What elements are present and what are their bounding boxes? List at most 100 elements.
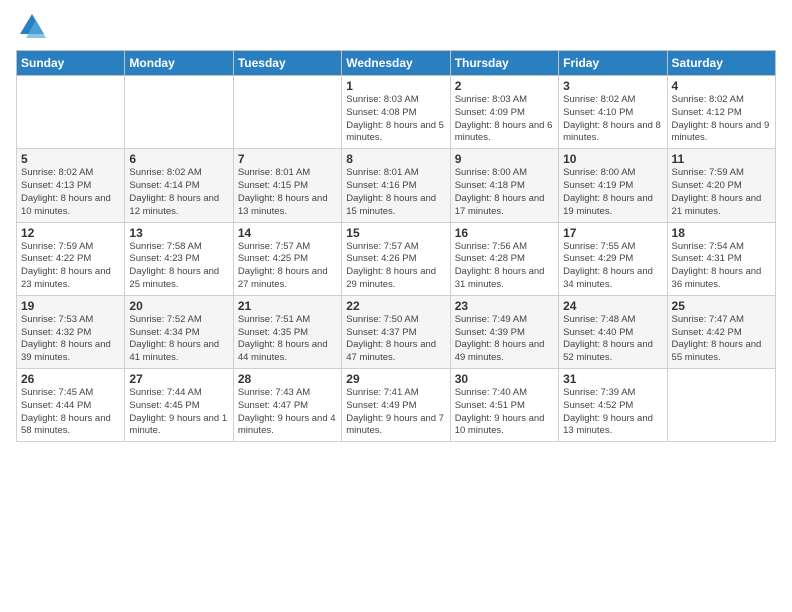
calendar-cell: 5Sunrise: 8:02 AMSunset: 4:13 PMDaylight…: [17, 149, 125, 222]
day-number: 21: [238, 299, 337, 313]
calendar-cell: 28Sunrise: 7:43 AMSunset: 4:47 PMDayligh…: [233, 369, 341, 442]
weekday-header-sunday: Sunday: [17, 51, 125, 76]
day-number: 15: [346, 226, 445, 240]
logo-icon: [16, 10, 48, 42]
calendar-cell: 6Sunrise: 8:02 AMSunset: 4:14 PMDaylight…: [125, 149, 233, 222]
day-info: Sunrise: 7:57 AMSunset: 4:25 PMDaylight:…: [238, 241, 337, 292]
day-info: Sunrise: 7:41 AMSunset: 4:49 PMDaylight:…: [346, 387, 445, 438]
day-number: 26: [21, 372, 120, 386]
weekday-header-tuesday: Tuesday: [233, 51, 341, 76]
day-number: 24: [563, 299, 662, 313]
calendar-cell: 26Sunrise: 7:45 AMSunset: 4:44 PMDayligh…: [17, 369, 125, 442]
calendar-cell: 21Sunrise: 7:51 AMSunset: 4:35 PMDayligh…: [233, 295, 341, 368]
day-info: Sunrise: 7:57 AMSunset: 4:26 PMDaylight:…: [346, 241, 445, 292]
day-info: Sunrise: 7:44 AMSunset: 4:45 PMDaylight:…: [129, 387, 228, 438]
day-info: Sunrise: 7:49 AMSunset: 4:39 PMDaylight:…: [455, 314, 554, 365]
weekday-header-monday: Monday: [125, 51, 233, 76]
day-number: 20: [129, 299, 228, 313]
day-number: 2: [455, 79, 554, 93]
day-info: Sunrise: 7:56 AMSunset: 4:28 PMDaylight:…: [455, 241, 554, 292]
day-number: 31: [563, 372, 662, 386]
calendar-cell: 24Sunrise: 7:48 AMSunset: 4:40 PMDayligh…: [559, 295, 667, 368]
week-row-1: 1Sunrise: 8:03 AMSunset: 4:08 PMDaylight…: [17, 76, 776, 149]
day-number: 11: [672, 152, 771, 166]
calendar-cell: 18Sunrise: 7:54 AMSunset: 4:31 PMDayligh…: [667, 222, 775, 295]
calendar-cell: 16Sunrise: 7:56 AMSunset: 4:28 PMDayligh…: [450, 222, 558, 295]
day-number: 23: [455, 299, 554, 313]
day-info: Sunrise: 7:59 AMSunset: 4:22 PMDaylight:…: [21, 241, 120, 292]
calendar-cell: 3Sunrise: 8:02 AMSunset: 4:10 PMDaylight…: [559, 76, 667, 149]
day-number: 4: [672, 79, 771, 93]
calendar-cell: 13Sunrise: 7:58 AMSunset: 4:23 PMDayligh…: [125, 222, 233, 295]
day-info: Sunrise: 8:00 AMSunset: 4:18 PMDaylight:…: [455, 167, 554, 218]
day-info: Sunrise: 7:47 AMSunset: 4:42 PMDaylight:…: [672, 314, 771, 365]
day-number: 8: [346, 152, 445, 166]
day-number: 5: [21, 152, 120, 166]
day-number: 16: [455, 226, 554, 240]
calendar-cell: 4Sunrise: 8:02 AMSunset: 4:12 PMDaylight…: [667, 76, 775, 149]
day-number: 13: [129, 226, 228, 240]
calendar-cell: [667, 369, 775, 442]
calendar: SundayMondayTuesdayWednesdayThursdayFrid…: [16, 50, 776, 442]
day-number: 25: [672, 299, 771, 313]
day-info: Sunrise: 7:39 AMSunset: 4:52 PMDaylight:…: [563, 387, 662, 438]
day-info: Sunrise: 8:03 AMSunset: 4:09 PMDaylight:…: [455, 94, 554, 145]
day-info: Sunrise: 8:01 AMSunset: 4:15 PMDaylight:…: [238, 167, 337, 218]
weekday-header-thursday: Thursday: [450, 51, 558, 76]
day-info: Sunrise: 7:43 AMSunset: 4:47 PMDaylight:…: [238, 387, 337, 438]
day-number: 29: [346, 372, 445, 386]
header: [16, 10, 776, 42]
day-info: Sunrise: 8:03 AMSunset: 4:08 PMDaylight:…: [346, 94, 445, 145]
day-number: 6: [129, 152, 228, 166]
calendar-cell: [17, 76, 125, 149]
page: SundayMondayTuesdayWednesdayThursdayFrid…: [0, 0, 792, 612]
day-number: 1: [346, 79, 445, 93]
calendar-cell: 7Sunrise: 8:01 AMSunset: 4:15 PMDaylight…: [233, 149, 341, 222]
day-number: 30: [455, 372, 554, 386]
calendar-cell: 8Sunrise: 8:01 AMSunset: 4:16 PMDaylight…: [342, 149, 450, 222]
day-info: Sunrise: 8:02 AMSunset: 4:10 PMDaylight:…: [563, 94, 662, 145]
calendar-cell: 14Sunrise: 7:57 AMSunset: 4:25 PMDayligh…: [233, 222, 341, 295]
day-info: Sunrise: 7:54 AMSunset: 4:31 PMDaylight:…: [672, 241, 771, 292]
day-number: 19: [21, 299, 120, 313]
calendar-body: 1Sunrise: 8:03 AMSunset: 4:08 PMDaylight…: [17, 76, 776, 442]
weekday-header-friday: Friday: [559, 51, 667, 76]
calendar-cell: 11Sunrise: 7:59 AMSunset: 4:20 PMDayligh…: [667, 149, 775, 222]
calendar-cell: 25Sunrise: 7:47 AMSunset: 4:42 PMDayligh…: [667, 295, 775, 368]
calendar-cell: [125, 76, 233, 149]
calendar-cell: 19Sunrise: 7:53 AMSunset: 4:32 PMDayligh…: [17, 295, 125, 368]
calendar-cell: 27Sunrise: 7:44 AMSunset: 4:45 PMDayligh…: [125, 369, 233, 442]
calendar-cell: 20Sunrise: 7:52 AMSunset: 4:34 PMDayligh…: [125, 295, 233, 368]
calendar-cell: 23Sunrise: 7:49 AMSunset: 4:39 PMDayligh…: [450, 295, 558, 368]
day-info: Sunrise: 7:55 AMSunset: 4:29 PMDaylight:…: [563, 241, 662, 292]
calendar-cell: 9Sunrise: 8:00 AMSunset: 4:18 PMDaylight…: [450, 149, 558, 222]
day-number: 9: [455, 152, 554, 166]
logo: [16, 10, 52, 42]
day-info: Sunrise: 8:01 AMSunset: 4:16 PMDaylight:…: [346, 167, 445, 218]
day-number: 3: [563, 79, 662, 93]
day-number: 18: [672, 226, 771, 240]
calendar-cell: 12Sunrise: 7:59 AMSunset: 4:22 PMDayligh…: [17, 222, 125, 295]
day-info: Sunrise: 8:02 AMSunset: 4:12 PMDaylight:…: [672, 94, 771, 145]
day-info: Sunrise: 7:50 AMSunset: 4:37 PMDaylight:…: [346, 314, 445, 365]
day-number: 10: [563, 152, 662, 166]
week-row-3: 12Sunrise: 7:59 AMSunset: 4:22 PMDayligh…: [17, 222, 776, 295]
day-info: Sunrise: 7:52 AMSunset: 4:34 PMDaylight:…: [129, 314, 228, 365]
day-info: Sunrise: 7:40 AMSunset: 4:51 PMDaylight:…: [455, 387, 554, 438]
calendar-cell: 17Sunrise: 7:55 AMSunset: 4:29 PMDayligh…: [559, 222, 667, 295]
week-row-4: 19Sunrise: 7:53 AMSunset: 4:32 PMDayligh…: [17, 295, 776, 368]
day-info: Sunrise: 7:51 AMSunset: 4:35 PMDaylight:…: [238, 314, 337, 365]
day-number: 17: [563, 226, 662, 240]
calendar-cell: 31Sunrise: 7:39 AMSunset: 4:52 PMDayligh…: [559, 369, 667, 442]
day-info: Sunrise: 7:59 AMSunset: 4:20 PMDaylight:…: [672, 167, 771, 218]
calendar-cell: 30Sunrise: 7:40 AMSunset: 4:51 PMDayligh…: [450, 369, 558, 442]
day-number: 27: [129, 372, 228, 386]
calendar-cell: 10Sunrise: 8:00 AMSunset: 4:19 PMDayligh…: [559, 149, 667, 222]
calendar-cell: 2Sunrise: 8:03 AMSunset: 4:09 PMDaylight…: [450, 76, 558, 149]
day-info: Sunrise: 8:00 AMSunset: 4:19 PMDaylight:…: [563, 167, 662, 218]
day-number: 22: [346, 299, 445, 313]
calendar-header: SundayMondayTuesdayWednesdayThursdayFrid…: [17, 51, 776, 76]
calendar-cell: 15Sunrise: 7:57 AMSunset: 4:26 PMDayligh…: [342, 222, 450, 295]
weekday-header-wednesday: Wednesday: [342, 51, 450, 76]
calendar-cell: 1Sunrise: 8:03 AMSunset: 4:08 PMDaylight…: [342, 76, 450, 149]
